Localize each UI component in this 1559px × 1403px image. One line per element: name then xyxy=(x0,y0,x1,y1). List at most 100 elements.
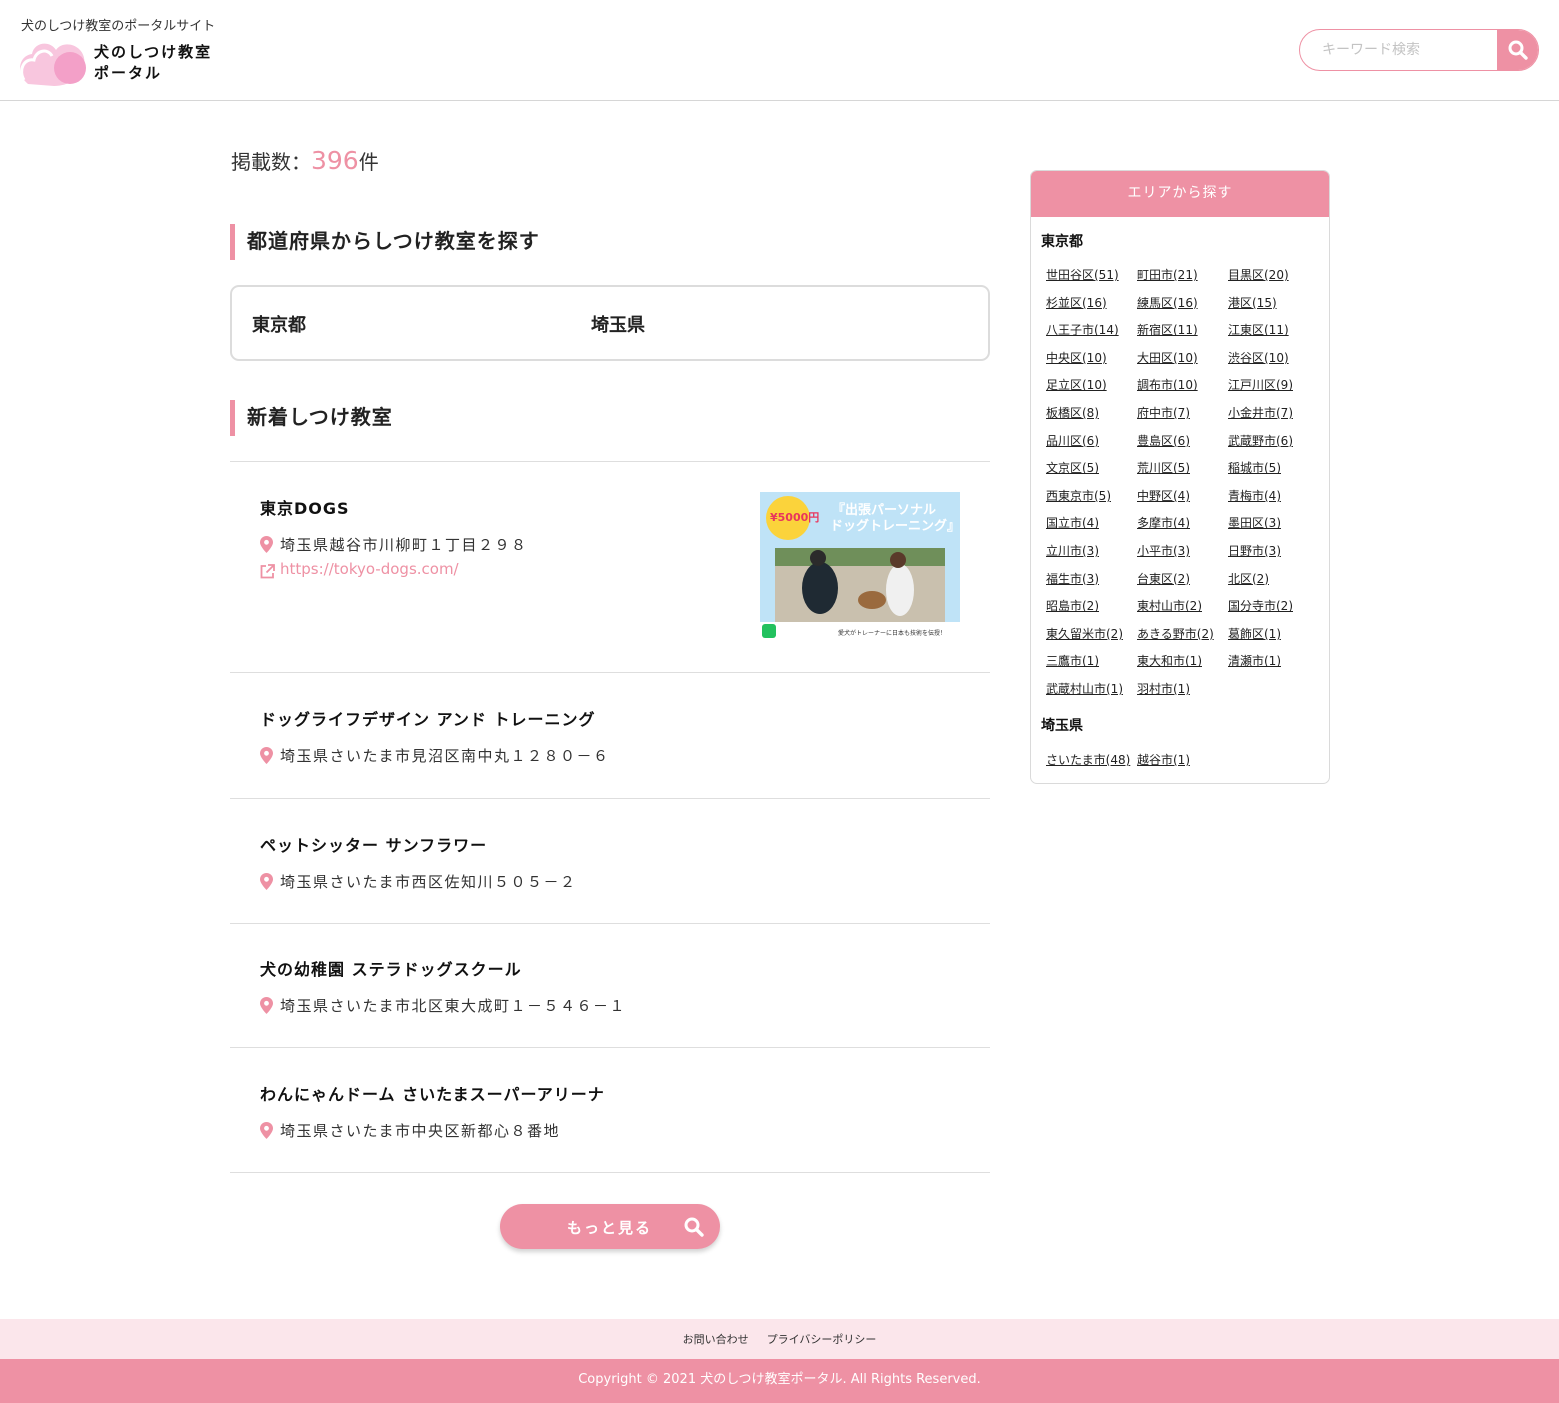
thumbnail-caption: 愛犬がトレーナーに日本も技術を伝授！ xyxy=(838,629,946,637)
school-name[interactable]: ドッグライフデザイン アンド トレーニング xyxy=(260,706,596,730)
area-link[interactable]: あきる野市(2) xyxy=(1137,624,1228,645)
school-name[interactable]: ペットシッター サンフラワー xyxy=(260,832,487,856)
show-more-label: もっと見る xyxy=(567,1219,653,1237)
logo-heart-icon xyxy=(20,43,86,86)
area-link[interactable]: 羽村市(1) xyxy=(1137,679,1228,700)
tokyo-area-grid: 世田谷区(51) 町田市(21) 目黒区(20) 杉並区(16) 練馬区(16) 港区(1… xyxy=(1046,265,1319,700)
area-link[interactable]: 中央区(10) xyxy=(1046,348,1137,369)
area-link[interactable]: さいたま市(48) xyxy=(1046,750,1137,771)
location-pin-icon xyxy=(260,1122,273,1139)
area-link[interactable]: 台東区(2) xyxy=(1137,569,1228,590)
area-link[interactable]: 福生市(3) xyxy=(1046,569,1137,590)
area-link[interactable]: 墨田区(3) xyxy=(1228,513,1319,534)
area-link[interactable]: 稲城市(5) xyxy=(1228,458,1319,479)
area-link[interactable]: 小金井市(7) xyxy=(1228,403,1319,424)
area-link[interactable]: 東村山市(2) xyxy=(1137,596,1228,617)
area-link[interactable]: 大田区(10) xyxy=(1137,348,1228,369)
prefecture-link-saitama[interactable]: 埼玉県 xyxy=(591,311,645,337)
list-item: 犬の幼稚園 ステラドッグスクール 埼玉県さいたま市北区東大成町１－５４６－１ xyxy=(230,923,990,1047)
new-school-list: 東京DOGS 埼玉県越谷市川柳町１丁目２９８ https://tokyo-dog… xyxy=(230,461,990,1173)
area-link[interactable]: 三鷹市(1) xyxy=(1046,651,1137,672)
listing-count-label: 掲載数： xyxy=(231,150,311,174)
area-link[interactable]: 北区(2) xyxy=(1228,569,1319,590)
area-link[interactable]: 中野区(4) xyxy=(1137,486,1228,507)
school-website-link[interactable]: https://tokyo-dogs.com/ xyxy=(280,560,459,578)
area-link[interactable]: 小平市(3) xyxy=(1137,541,1228,562)
area-link[interactable]: 東久留米市(2) xyxy=(1046,624,1137,645)
prefecture-link-tokyo[interactable]: 東京都 xyxy=(252,311,306,337)
area-link[interactable]: 国分寺市(2) xyxy=(1228,596,1319,617)
area-link[interactable]: 世田谷区(51) xyxy=(1046,265,1137,286)
school-address: 埼玉県さいたま市西区佐知川５０５－２ xyxy=(280,873,577,891)
new-section-title: 新着しつけ教室 xyxy=(230,400,393,436)
prefecture-box: 東京都 埼玉県 xyxy=(230,285,990,361)
area-link[interactable]: 江戸川区(9) xyxy=(1228,375,1319,396)
area-link[interactable]: 荒川区(5) xyxy=(1137,458,1228,479)
search-icon xyxy=(684,1217,704,1237)
logo-line-2: ポータル xyxy=(94,64,163,82)
area-link[interactable]: 越谷市(1) xyxy=(1137,750,1228,771)
area-link[interactable]: 町田市(21) xyxy=(1137,265,1228,286)
sidebar-pref-saitama: 埼玉県 xyxy=(1041,718,1083,734)
saitama-area-grid: さいたま市(48) 越谷市(1) xyxy=(1046,750,1319,771)
area-link[interactable]: 渋谷区(10) xyxy=(1228,348,1319,369)
area-link[interactable]: 板橋区(8) xyxy=(1046,403,1137,424)
area-link[interactable]: 杉並区(16) xyxy=(1046,293,1137,314)
area-link[interactable]: 立川市(3) xyxy=(1046,541,1137,562)
area-link[interactable]: 府中市(7) xyxy=(1137,403,1228,424)
area-link[interactable]: 武蔵村山市(1) xyxy=(1046,679,1137,700)
area-link[interactable]: 武蔵野市(6) xyxy=(1228,431,1319,452)
location-pin-icon xyxy=(260,747,273,764)
area-link[interactable]: 葛飾区(1) xyxy=(1228,624,1319,645)
list-item: 東京DOGS 埼玉県越谷市川柳町１丁目２９８ https://tokyo-dog… xyxy=(230,461,990,672)
keyword-search-input[interactable] xyxy=(1300,30,1498,70)
list-item: ペットシッター サンフラワー 埼玉県さいたま市西区佐知川５０５－２ xyxy=(230,798,990,923)
footer-contact-link[interactable]: お問い合わせ xyxy=(683,1331,749,1347)
area-sidebar-title: エリアから探す xyxy=(1031,171,1329,217)
location-pin-icon xyxy=(260,536,273,553)
area-link[interactable]: 新宿区(11) xyxy=(1137,320,1228,341)
thumbnail-price: ¥5000円 xyxy=(770,511,819,524)
area-link[interactable]: 品川区(6) xyxy=(1046,431,1137,452)
copyright: Copyright © 2021 犬のしつけ教室ポータル. All Rights… xyxy=(0,1359,1559,1403)
school-address: 埼玉県さいたま市北区東大成町１－５４６－１ xyxy=(280,997,627,1015)
header-search-button[interactable] xyxy=(1497,30,1538,70)
thumbnail-headline-1: 『出張パーソナル xyxy=(832,502,936,518)
header-search xyxy=(1299,29,1539,71)
listing-count: 掲載数：396件 xyxy=(231,146,379,175)
list-item: わんにゃんドーム さいたまスーパーアリーナ 埼玉県さいたま市中央区新都心８番地 xyxy=(230,1047,990,1173)
school-thumbnail[interactable]: ¥5000円 『出張パーソナル ドッグトレーニング』 愛犬がトレーナーに日本も技… xyxy=(760,492,960,642)
area-link[interactable]: 日野市(3) xyxy=(1228,541,1319,562)
area-link[interactable]: 目黒区(20) xyxy=(1228,265,1319,286)
area-link[interactable]: 青梅市(4) xyxy=(1228,486,1319,507)
search-icon xyxy=(1508,40,1528,60)
area-link[interactable]: 八王子市(14) xyxy=(1046,320,1137,341)
school-name[interactable]: 犬の幼稚園 ステラドッグスクール xyxy=(260,956,522,980)
area-link[interactable]: 東大和市(1) xyxy=(1137,651,1228,672)
school-address: 埼玉県越谷市川柳町１丁目２９８ xyxy=(280,536,528,554)
footer-privacy-link[interactable]: プライバシーポリシー xyxy=(767,1331,877,1347)
area-link[interactable]: 西東京市(5) xyxy=(1046,486,1137,507)
school-name[interactable]: 東京DOGS xyxy=(260,495,350,519)
area-link[interactable]: 練馬区(16) xyxy=(1137,293,1228,314)
area-link[interactable]: 文京区(5) xyxy=(1046,458,1137,479)
school-name[interactable]: わんにゃんドーム さいたまスーパーアリーナ xyxy=(260,1081,605,1105)
area-link[interactable]: 豊島区(6) xyxy=(1137,431,1228,452)
thumbnail-headline-2: ドッグトレーニング』 xyxy=(830,518,960,534)
area-link[interactable]: 清瀬市(1) xyxy=(1228,651,1319,672)
prefecture-section-title: 都道府県からしつけ教室を探す xyxy=(230,224,540,260)
area-link[interactable]: 国立市(4) xyxy=(1046,513,1137,534)
area-link[interactable]: 多摩市(4) xyxy=(1137,513,1228,534)
thumbnail-image: ¥5000円 『出張パーソナル ドッグトレーニング』 愛犬がトレーナーに日本も技… xyxy=(760,492,960,642)
area-link[interactable]: 港区(15) xyxy=(1228,293,1319,314)
list-item: ドッグライフデザイン アンド トレーニング 埼玉県さいたま市見沼区南中丸１２８０… xyxy=(230,672,990,798)
area-link[interactable]: 昭島市(2) xyxy=(1046,596,1137,617)
site-tagline: 犬のしつけ教室のポータルサイト xyxy=(21,19,216,34)
site-logo[interactable]: 犬のしつけ教室 ポータル xyxy=(18,34,238,90)
external-link-icon xyxy=(260,564,275,579)
area-link[interactable]: 江東区(11) xyxy=(1228,320,1319,341)
area-link[interactable]: 足立区(10) xyxy=(1046,375,1137,396)
area-link[interactable]: 調布市(10) xyxy=(1137,375,1228,396)
sidebar-pref-tokyo: 東京都 xyxy=(1041,234,1083,250)
show-more-button[interactable]: もっと見る xyxy=(500,1204,720,1249)
